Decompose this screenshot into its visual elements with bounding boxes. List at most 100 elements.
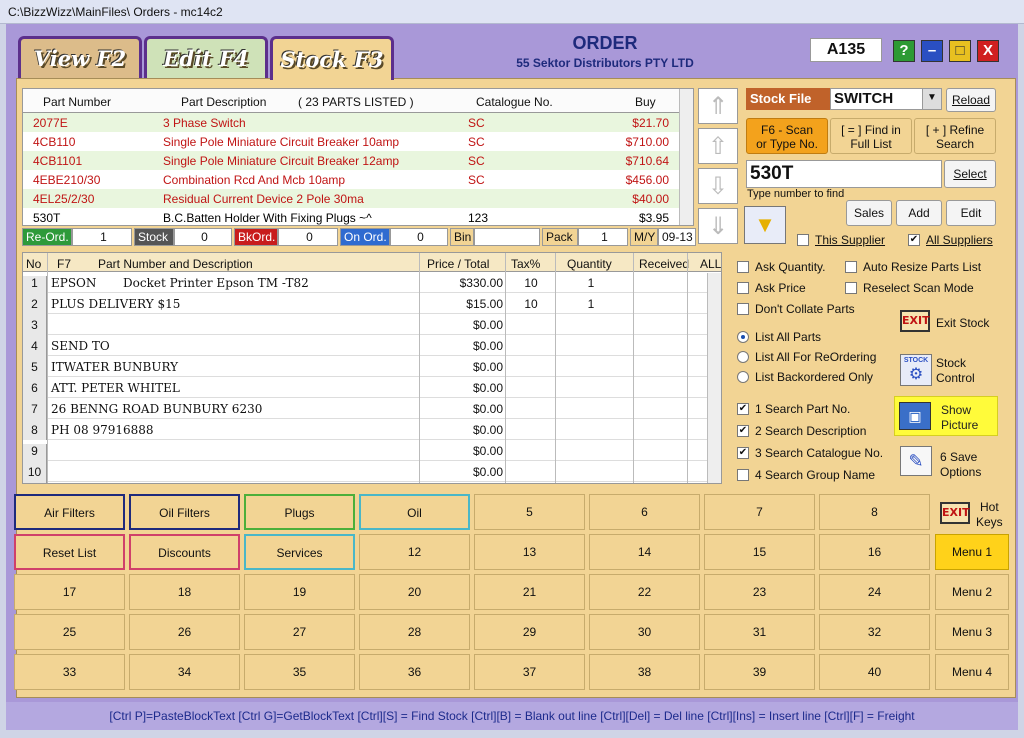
hotkey-button[interactable]: 7 [704,494,815,530]
close-button[interactable]: X [977,40,999,62]
select-button[interactable]: Select [944,160,996,188]
list-reorder-radio[interactable]: List All For ReOrdering [737,350,876,364]
hotkey-button[interactable]: 32 [819,614,930,650]
hotkey-button[interactable]: 8 [819,494,930,530]
this-supplier-checkbox[interactable]: This Supplier [797,233,885,247]
table-row[interactable]: 4 SEND TO $0.00 [23,335,721,360]
scan-mode-button[interactable]: F6 - Scan or Type No. [746,118,828,154]
scroll-down-button[interactable]: ⇩ [698,168,738,204]
hotkey-button[interactable]: 5 [474,494,585,530]
search-group-checkbox[interactable]: 4 Search Group Name [737,468,875,482]
list-all-radio[interactable]: List All Parts [737,330,821,344]
hotkey-button[interactable]: 27 [244,614,355,650]
ask-price-checkbox[interactable]: Ask Price [737,281,806,295]
table-row[interactable]: 1 EPSON Docket Printer Epson TM -T82 $330.0… [23,272,721,297]
list-item[interactable]: 4EBE210/30 Combination Rcd And Mcb 10amp S… [23,170,693,189]
tab-stock[interactable]: Stock F3 [270,36,394,80]
scroll-top-button[interactable]: ⇑ [698,88,738,124]
parts-list[interactable]: Part Number Part Description ( 23 PARTS … [22,88,694,226]
col-part-number[interactable]: Part Number [43,95,111,109]
table-row[interactable]: 6 ATT. PETER WHITEL $0.00 [23,377,721,402]
hotkey-button[interactable]: 34 [129,654,240,690]
list-item[interactable]: 4EL25/2/30 Residual Current Device 2 Pole… [23,189,693,208]
hotkey-button[interactable]: 37 [474,654,585,690]
col-part-description[interactable]: Part Description [181,95,266,109]
tab-view[interactable]: View F2 [18,36,142,78]
reload-button[interactable]: Reload [946,88,996,112]
order-lines-grid[interactable]: No F7 Part Number and Description Price … [22,252,722,484]
stock-list-icon[interactable]: ▼ [744,206,786,244]
exit-stock-label[interactable]: Exit Stock [936,316,989,330]
list-item[interactable]: 4CB110 Single Pole Miniature Circuit Brea… [23,132,693,151]
hotkey-button[interactable]: 31 [704,614,815,650]
table-row[interactable]: 9 $0.00 [23,440,721,465]
save-options-icon[interactable]: ✎ [900,446,932,476]
hotkey-button[interactable]: 38 [589,654,700,690]
col-catalogue[interactable]: Catalogue No. [476,95,553,109]
add-button[interactable]: Add [896,200,942,226]
sales-button[interactable]: Sales [846,200,892,226]
stock-control-label[interactable]: Stock Control [936,356,975,386]
minimize-button[interactable]: – [921,40,943,62]
col-buy[interactable]: Buy [635,95,656,109]
edit-button[interactable]: Edit [946,200,996,226]
hotkey-button[interactable]: 39 [704,654,815,690]
menu-button-3[interactable]: Menu 3 [935,614,1009,650]
search-description-checkbox[interactable]: ✔ 2 Search Description [737,424,866,438]
hotkey-button[interactable]: 15 [704,534,815,570]
list-backordered-radio[interactable]: List Backordered Only [737,370,873,384]
dont-collate-checkbox[interactable]: Don't Collate Parts [737,302,855,316]
maximize-button[interactable]: □ [949,40,971,62]
hotkey-button[interactable]: Reset List [14,534,125,570]
hotkey-button[interactable]: 23 [704,574,815,610]
hotkey-button[interactable]: 6 [589,494,700,530]
auto-resize-checkbox[interactable]: Auto Resize Parts List [845,260,981,274]
exit-icon[interactable]: EXIT [900,310,930,332]
hotkey-button[interactable]: 29 [474,614,585,650]
menu-button-1[interactable]: Menu 1 [935,534,1009,570]
hotkey-button[interactable]: 13 [474,534,585,570]
hotkey-button[interactable]: 20 [359,574,470,610]
chevron-down-icon[interactable]: ▼ [922,89,941,109]
hotkey-button[interactable]: 40 [819,654,930,690]
hotkeys-exit-icon[interactable]: EXIT [940,502,970,524]
hotkey-button[interactable]: 19 [244,574,355,610]
table-row[interactable]: 2 PLUS DELIVERY $15 $15.00 10 1 [23,293,721,318]
table-row[interactable]: 10 $0.00 [23,461,721,483]
hotkey-button[interactable]: 24 [819,574,930,610]
show-picture-button[interactable]: ▣ Show Picture [894,396,998,436]
hotkey-button[interactable]: Air Filters [14,494,125,530]
search-input[interactable]: 530T [746,160,942,188]
parts-list-scrollbar[interactable] [679,89,693,225]
scroll-up-button[interactable]: ⇧ [698,128,738,164]
tab-edit[interactable]: Edit F4 [144,36,268,78]
hotkey-button[interactable]: 21 [474,574,585,610]
hotkey-button[interactable]: 25 [14,614,125,650]
hotkey-button[interactable]: 16 [819,534,930,570]
table-row[interactable]: 5 ITWATER BUNBURY $0.00 [23,356,721,381]
hotkey-button[interactable]: Plugs [244,494,355,530]
select-all-button[interactable]: ALL [700,257,721,271]
menu-button-4[interactable]: Menu 4 [935,654,1009,690]
scroll-bottom-button[interactable]: ⇓ [698,208,738,244]
hotkey-button[interactable]: 18 [129,574,240,610]
hotkey-button[interactable]: 14 [589,534,700,570]
all-suppliers-checkbox[interactable]: ✔ All Suppliers [908,233,993,247]
hotkey-button[interactable]: Services [244,534,355,570]
reselect-scan-checkbox[interactable]: Reselect Scan Mode [845,281,974,295]
hotkey-button[interactable]: Oil Filters [129,494,240,530]
table-row[interactable]: 8 PH 08 97916888 $0.00 [23,419,721,444]
order-grid-scrollbar[interactable] [707,273,721,483]
hotkey-button[interactable]: Discounts [129,534,240,570]
list-item[interactable]: 2077E 3 Phase Switch SC $21.70 [23,113,693,132]
hotkey-button[interactable]: 12 [359,534,470,570]
table-row[interactable]: 7 26 BENNG ROAD BUNBURY 6230 $0.00 [23,398,721,423]
hotkey-button[interactable]: 17 [14,574,125,610]
refine-search-button[interactable]: [ + ] Refine Search [914,118,996,154]
find-full-list-button[interactable]: [ = ] Find in Full List [830,118,912,154]
search-catalogue-checkbox[interactable]: ✔ 3 Search Catalogue No. [737,446,883,460]
hotkey-button[interactable]: 33 [14,654,125,690]
hotkey-button[interactable]: Oil [359,494,470,530]
hotkey-button[interactable]: 35 [244,654,355,690]
list-item-selected[interactable]: 530T B.C.Batten Holder With Fixing Plugs … [23,208,693,225]
